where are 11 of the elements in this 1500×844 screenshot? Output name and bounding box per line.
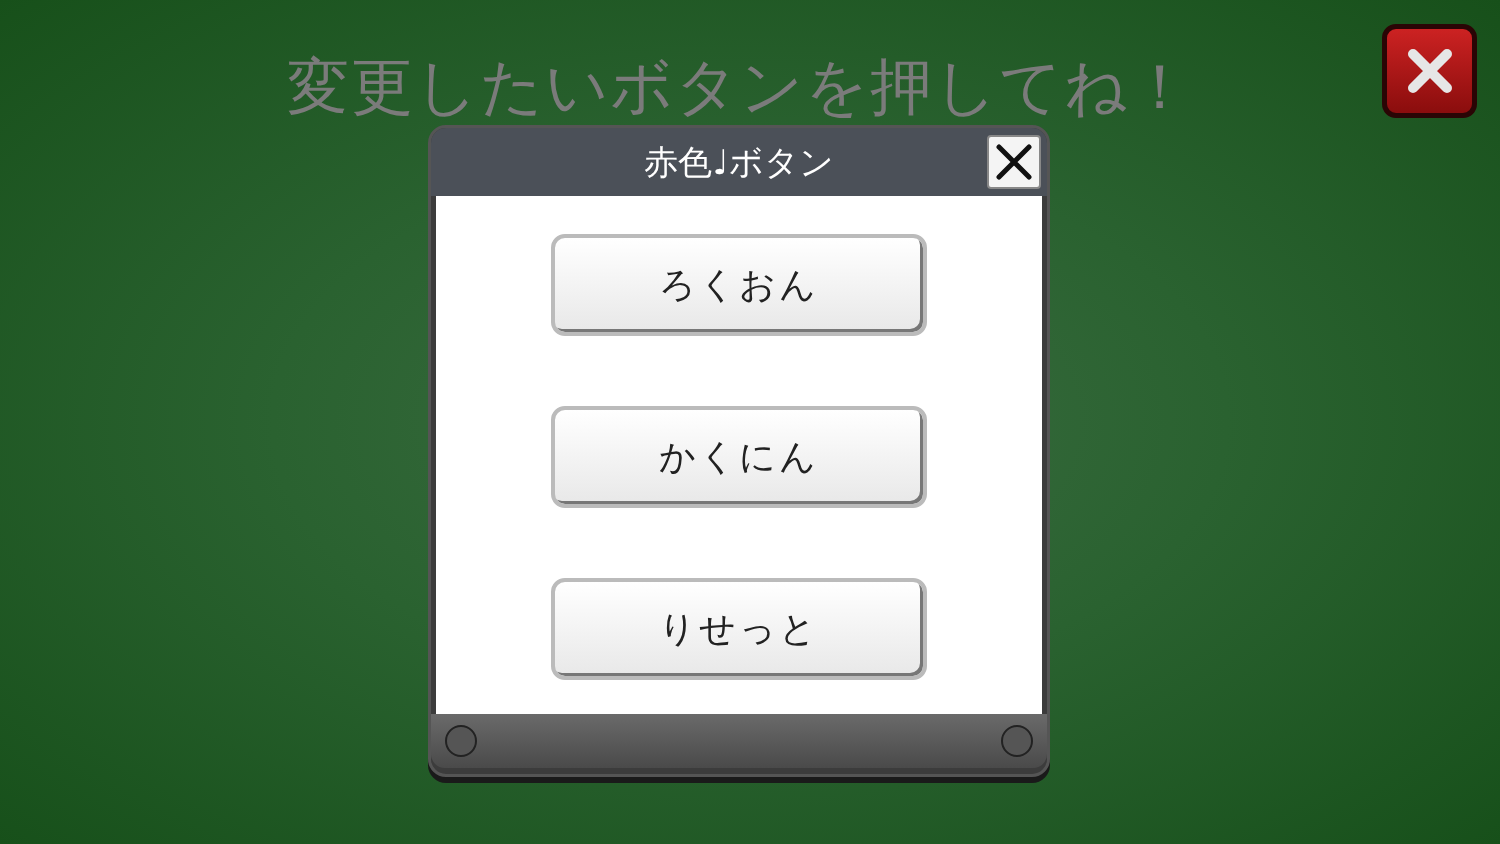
close-icon <box>995 143 1033 181</box>
close-icon <box>1406 48 1453 94</box>
option-button[interactable]: ろくおん <box>551 234 927 336</box>
option-button[interactable]: りせっと <box>551 578 927 680</box>
rivet-icon <box>445 725 477 757</box>
close-button[interactable] <box>1382 24 1477 118</box>
option-button[interactable]: かくにん <box>551 406 927 508</box>
close-button[interactable] <box>987 135 1041 189</box>
dialog-title: 赤色♩ボタン <box>644 140 834 184</box>
page-title: 変更したいボタンを押してね！ <box>287 56 1193 125</box>
rivet-icon <box>1001 725 1033 757</box>
